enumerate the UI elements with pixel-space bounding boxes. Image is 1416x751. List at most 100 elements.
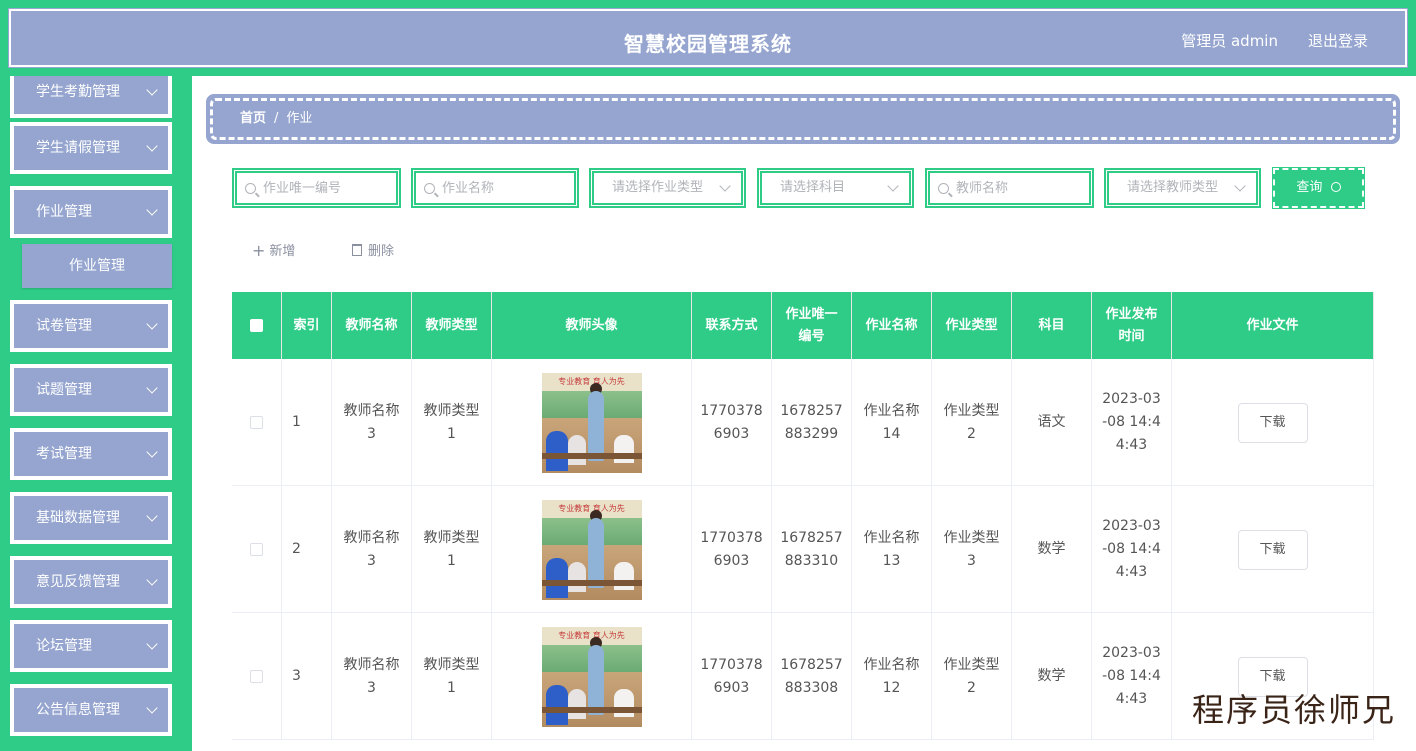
chevron-down-icon <box>146 382 158 394</box>
file-cell: 下载 <box>1172 486 1374 613</box>
publish-time-cell: 2023-03 -08 14:4 4:43 <box>1092 486 1172 613</box>
plus-icon: + <box>252 241 266 260</box>
row-checkbox[interactable] <box>250 416 263 429</box>
publish-time-cell: 2023-03 -08 14:4 4:43 <box>1092 359 1172 486</box>
query-button[interactable]: 查询 <box>1272 167 1365 209</box>
homework-type-select[interactable]: 请选择作业类型 <box>589 168 746 208</box>
header-publish-time: 作业发布 时间 <box>1092 292 1172 359</box>
breadcrumb-current: 作业 <box>286 111 313 126</box>
teacher-type-cell: 教师类型 1 <box>412 613 492 740</box>
row-select-cell <box>232 486 282 613</box>
homework-name-field <box>413 170 577 206</box>
publish-time-cell: 2023-03 -08 14:4 4:43 <box>1092 613 1172 740</box>
sidebar-item-attendance[interactable]: 学生考勤管理 <box>10 76 172 118</box>
subject-field: 请选择科目 <box>759 170 912 206</box>
header-homework-name: 作业名称 <box>852 292 932 359</box>
header-homework-type: 作业类型 <box>932 292 1012 359</box>
chevron-down-icon <box>146 638 158 650</box>
subject-placeholder: 请选择科目 <box>780 180 846 195</box>
avatar-figure <box>587 644 604 715</box>
chevron-down-icon <box>146 446 158 458</box>
teacher-name-search <box>925 168 1094 208</box>
add-button[interactable]: + 新增 <box>252 240 295 260</box>
sidebar-item-feedback[interactable]: 意见反馈管理 <box>10 556 172 608</box>
homework-code-input[interactable] <box>263 173 392 203</box>
select-all-checkbox[interactable] <box>250 319 263 332</box>
teacher-type-cell: 教师类型 1 <box>412 359 492 486</box>
sidebar-item-label: 试题管理 <box>36 382 92 398</box>
subject-select[interactable]: 请选择科目 <box>757 168 914 208</box>
homework-name-cell: 作业名称 13 <box>852 486 932 613</box>
row-select-cell <box>232 613 282 740</box>
sidebar-item-basic-data[interactable]: 基础数据管理 <box>10 492 172 544</box>
teacher-name-cell: 教师名称 3 <box>332 613 412 740</box>
avatar-desk <box>541 706 642 713</box>
phone-cell: 1770378 6903 <box>692 359 772 486</box>
subject-cell: 数学 <box>1012 486 1092 613</box>
logout-link[interactable]: 退出登录 <box>1308 30 1368 51</box>
homework-name-input[interactable] <box>442 173 570 203</box>
delete-button[interactable]: 删除 <box>352 240 394 260</box>
teacher-name-cell: 教师名称 3 <box>332 486 412 613</box>
avatar-figure <box>567 434 586 465</box>
sidebar-item-label: 考试管理 <box>36 446 92 462</box>
avatar-figure <box>545 430 568 471</box>
teacher-type-field: 请选择教师类型 <box>1106 170 1259 206</box>
sidebar-item-notice[interactable]: 公告信息管理 <box>10 684 172 736</box>
chevron-down-icon <box>146 84 158 96</box>
teacher-avatar-image: 专业教育 育人为先 <box>541 372 642 473</box>
phone-cell: 1770378 6903 <box>692 613 772 740</box>
chevron-down-icon <box>1234 180 1246 192</box>
avatar-figure <box>587 517 604 588</box>
teacher-avatar-image: 专业教育 育人为先 <box>541 626 642 727</box>
header-select-all[interactable] <box>232 292 282 359</box>
teacher-name-input[interactable] <box>956 173 1085 203</box>
header-homework-code: 作业唯一 编号 <box>772 292 852 359</box>
sidebar-item-papers[interactable]: 试卷管理 <box>10 300 172 352</box>
row-checkbox[interactable] <box>250 670 263 683</box>
chevron-down-icon <box>146 702 158 714</box>
sidebar-item-homework[interactable]: 作业管理 <box>10 186 172 238</box>
search-icon <box>245 183 256 194</box>
subject-cell: 数学 <box>1012 613 1092 740</box>
homework-code-field <box>234 170 399 206</box>
breadcrumb: 首页 / 作业 <box>206 94 1400 144</box>
trash-icon <box>352 244 362 256</box>
sidebar-item-exams[interactable]: 考试管理 <box>10 428 172 480</box>
homework-name-cell: 作业名称 12 <box>852 613 932 740</box>
avatar-desk <box>541 452 642 459</box>
breadcrumb-inner: 首页 / 作业 <box>210 98 1396 140</box>
download-button[interactable]: 下载 <box>1237 402 1308 443</box>
table-row: 2 教师名称 3 教师类型 1 专业教育 育人为先 1770378 6903 1… <box>232 486 1374 613</box>
homework-code-cell: 1678257 883308 <box>772 613 852 740</box>
top-header: 智慧校园管理系统 管理员 admin 退出登录 <box>0 0 1416 76</box>
teacher-type-select[interactable]: 请选择教师类型 <box>1104 168 1261 208</box>
add-label: 新增 <box>269 244 296 259</box>
homework-type-field: 请选择作业类型 <box>591 170 744 206</box>
delete-label: 删除 <box>368 244 395 259</box>
sidebar-item-label: 基础数据管理 <box>36 510 120 526</box>
sidebar-item-leave[interactable]: 学生请假管理 <box>10 122 172 174</box>
subject-cell: 语文 <box>1012 359 1092 486</box>
row-checkbox[interactable] <box>250 543 263 556</box>
chevron-down-icon <box>146 204 158 216</box>
search-icon <box>938 183 949 194</box>
avatar-figure <box>587 390 604 461</box>
chevron-down-icon <box>146 318 158 330</box>
sidebar-item-label: 试卷管理 <box>36 318 92 334</box>
teacher-avatar-image: 专业教育 育人为先 <box>541 499 642 600</box>
homework-type-placeholder: 请选择作业类型 <box>612 180 704 195</box>
sidebar-item-questions[interactable]: 试题管理 <box>10 364 172 416</box>
index-cell: 1 <box>282 359 332 486</box>
row-select-cell <box>232 359 282 486</box>
header-homework-file: 作业文件 <box>1172 292 1374 359</box>
submenu-item-homework-manage[interactable]: 作业管理 <box>22 244 172 288</box>
breadcrumb-home[interactable]: 首页 <box>240 111 266 126</box>
search-icon <box>424 183 435 194</box>
sidebar-item-forum[interactable]: 论坛管理 <box>10 620 172 672</box>
chevron-down-icon <box>146 574 158 586</box>
query-label: 查询 <box>1296 180 1323 195</box>
breadcrumb-separator: / <box>274 111 279 126</box>
download-button[interactable]: 下载 <box>1237 529 1308 570</box>
table-header: 索引 教师名称 教师类型 教师头像 联系方式 作业唯一 编号 作业名称 作业类型… <box>232 292 1374 359</box>
